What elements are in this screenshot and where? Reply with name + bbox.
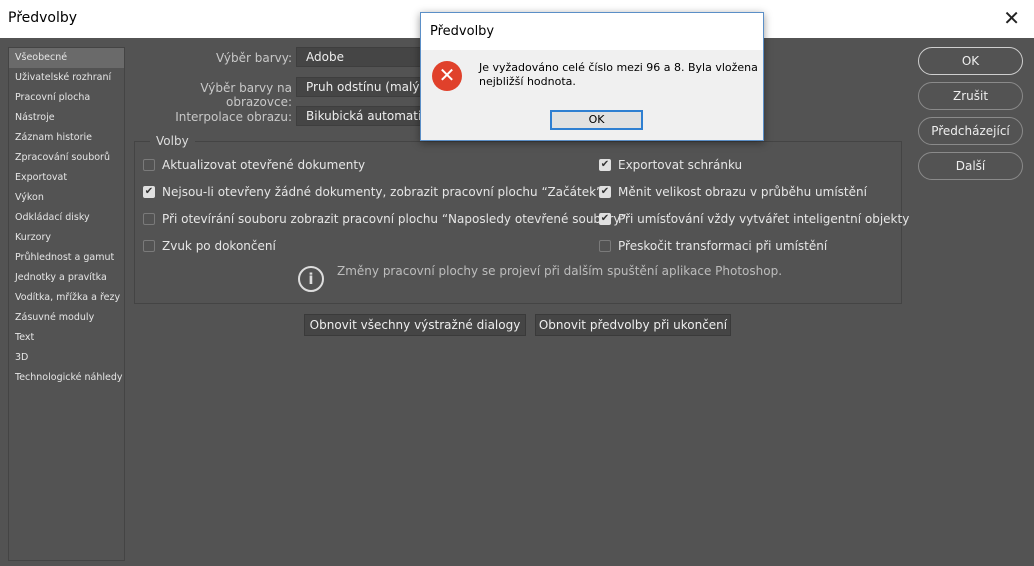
alert-message: Je vyžadováno celé číslo mezi 96 a 8. By… [479, 61, 758, 88]
checkbox-option[interactable]: Při otevírání souboru zobrazit pracovní … [143, 212, 627, 226]
sidebar-item[interactable]: Průhlednost a gamut [9, 248, 124, 268]
alert-dialog: Předvolby ✕ Je vyžadováno celé číslo mez… [420, 12, 764, 141]
checkbox-label: Přeskočit transformaci při umístění [618, 239, 828, 253]
sidebar: Všeobecné Uživatelské rozhraní Pracovní pl… [8, 47, 125, 561]
field-select[interactable]: Adobe [296, 47, 436, 67]
sidebar-item[interactable]: Kurzory [9, 228, 124, 248]
sidebar-item[interactable]: Záznam historie [9, 128, 124, 148]
checkbox-option[interactable]: ✔ Exportovat schránku [599, 158, 742, 172]
alert-title: Předvolby [421, 13, 763, 50]
checkbox-checked-icon[interactable]: ✔ [599, 159, 611, 171]
cancel-button[interactable]: Zrušit [918, 82, 1023, 110]
checkbox-unchecked-icon[interactable] [143, 213, 155, 225]
checkbox-checked-icon[interactable]: ✔ [599, 213, 611, 225]
sidebar-item[interactable]: Vodítka, mřížka a řezy [9, 288, 124, 308]
info-text: Změny pracovní plochy se projeví při dal… [337, 264, 783, 278]
next-button[interactable]: Další [918, 152, 1023, 180]
sidebar-item[interactable]: Všeobecné [9, 48, 124, 68]
sidebar-item[interactable]: Nástroje [9, 108, 124, 128]
error-icon: ✕ [432, 61, 462, 91]
sidebar-item[interactable]: Exportovat [9, 168, 124, 188]
checkbox-label: Měnit velikost obrazu v průběhu umístění [618, 185, 867, 199]
sidebar-item[interactable]: Výkon [9, 188, 124, 208]
sidebar-item[interactable]: Zpracování souborů [9, 148, 124, 168]
checkbox-label: Při otevírání souboru zobrazit pracovní … [162, 212, 627, 226]
sidebar-item[interactable]: Text [9, 328, 124, 348]
previous-button[interactable]: Předcházející [918, 117, 1023, 145]
field-select[interactable]: Bikubická automaticky [296, 106, 436, 126]
field-label: Výběr barvy: [215, 51, 292, 65]
ok-button[interactable]: OK [918, 47, 1023, 75]
field-label: Výběr barvy na obrazovce: [200, 81, 292, 109]
checkbox-unchecked-icon[interactable] [143, 159, 155, 171]
sidebar-item[interactable]: Odkládací disky [9, 208, 124, 228]
sidebar-item[interactable]: 3D [9, 348, 124, 368]
checkbox-label: Při umísťování vždy vytvářet inteligentn… [618, 212, 910, 226]
checkbox-option[interactable]: Zvuk po dokončení [143, 239, 276, 253]
checkbox-checked-icon[interactable]: ✔ [143, 186, 155, 198]
checkbox-label: Zvuk po dokončení [162, 239, 276, 253]
checkbox-option[interactable]: ✔ Nejsou-li otevřeny žádné dokumenty, zob… [143, 185, 602, 199]
info-icon: i [298, 266, 324, 292]
checkbox-option[interactable]: ✔ Měnit velikost obrazu v průběhu umístěn… [599, 185, 867, 199]
sidebar-item[interactable]: Uživatelské rozhraní [9, 68, 124, 88]
sidebar-item[interactable]: Technologické náhledy [9, 368, 124, 388]
checkbox-label: Exportovat schránku [618, 158, 743, 172]
alert-ok-button[interactable]: OK [550, 110, 643, 130]
checkbox-label: Aktualizovat otevřené dokumenty [162, 158, 366, 172]
checkbox-checked-icon[interactable]: ✔ [599, 186, 611, 198]
checkbox-option[interactable]: ✔ Při umísťování vždy vytvářet inteligent… [599, 212, 909, 226]
checkbox-option[interactable]: Přeskočit transformaci při umístění [599, 239, 827, 253]
reset-preferences-button[interactable]: Obnovit předvolby při ukončení [535, 314, 731, 336]
close-icon[interactable]: ✕ [1003, 6, 1020, 30]
field-label: Interpolace obrazu: [175, 110, 292, 124]
sidebar-item[interactable]: Jednotky a pravítka [9, 268, 124, 288]
checkbox-unchecked-icon[interactable] [599, 240, 611, 252]
reset-warnings-button[interactable]: Obnovit všechny výstražné dialogy [304, 314, 526, 336]
checkbox-option[interactable]: Aktualizovat otevřené dokumenty [143, 158, 365, 172]
sidebar-item[interactable]: Pracovní plocha [9, 88, 124, 108]
window-title: Předvolby [8, 10, 78, 26]
field-select[interactable]: Pruh odstínu (malý) [296, 77, 436, 97]
options-group-title: Volby [150, 134, 195, 148]
sidebar-item[interactable]: Zásuvné moduly [9, 308, 124, 328]
checkbox-unchecked-icon[interactable] [143, 240, 155, 252]
checkbox-label: Nejsou-li otevřeny žádné dokumenty, zobr… [162, 185, 603, 199]
